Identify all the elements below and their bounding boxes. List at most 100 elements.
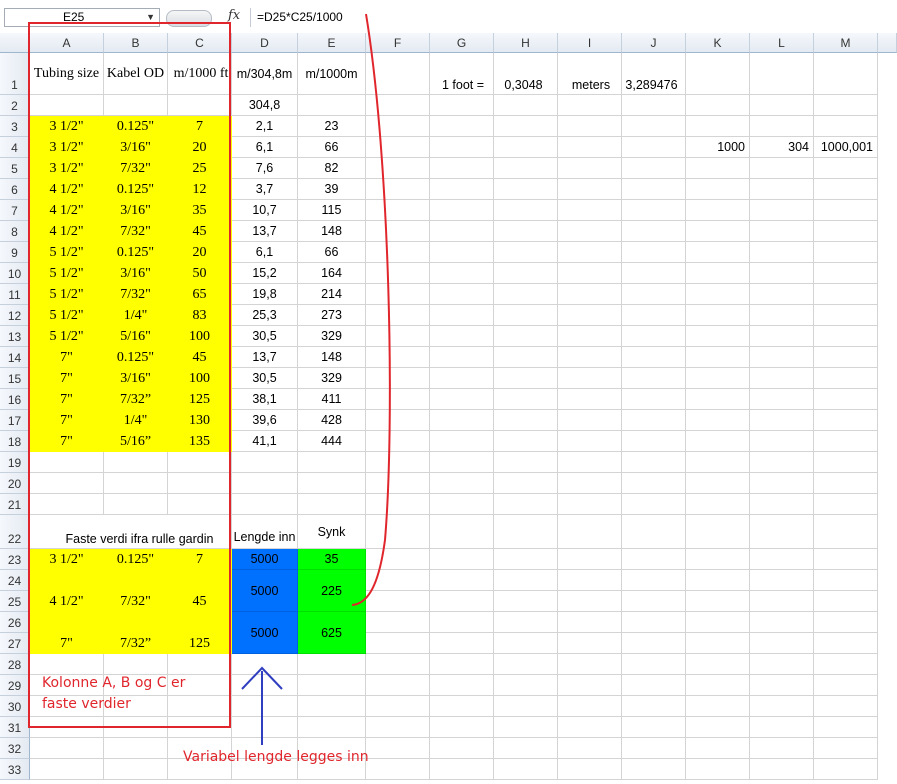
- cell-m9[interactable]: [814, 242, 878, 263]
- cell-f16[interactable]: [366, 389, 430, 410]
- cell-h14[interactable]: [494, 347, 558, 368]
- table-row-m304[interactable]: 39,6: [232, 410, 298, 431]
- row-header-18[interactable]: 18: [0, 431, 30, 452]
- cell-d21[interactable]: [232, 494, 298, 515]
- row-header-27[interactable]: 27: [0, 633, 30, 654]
- cell-j15[interactable]: [622, 368, 686, 389]
- cell-j27[interactable]: [622, 633, 686, 654]
- table-row-m1000ft[interactable]: 130: [168, 410, 232, 431]
- cell-j13[interactable]: [622, 326, 686, 347]
- cell-i25[interactable]: [558, 591, 622, 612]
- table-row-m1000ft[interactable]: 83: [168, 305, 232, 326]
- cell-f3[interactable]: [366, 116, 430, 137]
- cell-e28[interactable]: [298, 654, 366, 675]
- cell-j9[interactable]: [622, 242, 686, 263]
- table-row-m304[interactable]: 3,7: [232, 179, 298, 200]
- column-header-h[interactable]: H: [494, 33, 558, 53]
- cell-g20[interactable]: [430, 473, 494, 494]
- cell-g4[interactable]: [430, 137, 494, 158]
- row-header-28[interactable]: 28: [0, 654, 30, 675]
- lengde-input[interactable]: 5000: [232, 570, 298, 612]
- synk-output[interactable]: 225: [298, 570, 366, 612]
- cell-m6[interactable]: [814, 179, 878, 200]
- cell-m32[interactable]: [814, 738, 878, 759]
- cell-j23[interactable]: [622, 549, 686, 570]
- cell-f28[interactable]: [366, 654, 430, 675]
- cell-c21[interactable]: [168, 494, 232, 515]
- select-all-corner[interactable]: [0, 33, 30, 53]
- cell-h11[interactable]: [494, 284, 558, 305]
- cell-l24[interactable]: [750, 570, 814, 591]
- cell-f32[interactable]: [366, 738, 430, 759]
- column-header-i[interactable]: I: [558, 33, 622, 53]
- cell-l33[interactable]: [750, 759, 814, 780]
- cell-g6[interactable]: [430, 179, 494, 200]
- cell-l12[interactable]: [750, 305, 814, 326]
- cell-k11[interactable]: [686, 284, 750, 305]
- column-header-k[interactable]: K: [686, 33, 750, 53]
- cell-f23[interactable]: [366, 549, 430, 570]
- cell-h23[interactable]: [494, 549, 558, 570]
- column-header-j[interactable]: J: [622, 33, 686, 53]
- cell-e31[interactable]: [298, 717, 366, 738]
- cell-k31[interactable]: [686, 717, 750, 738]
- cell-j14[interactable]: [622, 347, 686, 368]
- table-row-m1000m[interactable]: 329: [298, 326, 366, 347]
- cell-j7[interactable]: [622, 200, 686, 221]
- row-header-6[interactable]: 6: [0, 179, 30, 200]
- cell-g5[interactable]: [430, 158, 494, 179]
- table-row-tubing[interactable]: 7": [30, 431, 104, 452]
- cell-f1[interactable]: [366, 53, 430, 95]
- cell-h28[interactable]: [494, 654, 558, 675]
- column-header-n[interactable]: [878, 33, 897, 53]
- cell-l18[interactable]: [750, 431, 814, 452]
- cell-b2[interactable]: [104, 95, 168, 116]
- conversion-value[interactable]: 3,289476: [622, 53, 686, 95]
- cell-j2[interactable]: [622, 95, 686, 116]
- cell-l16[interactable]: [750, 389, 814, 410]
- cell-l15[interactable]: [750, 368, 814, 389]
- cell-i14[interactable]: [558, 347, 622, 368]
- table-row-tubing[interactable]: 5 1/2": [30, 284, 104, 305]
- cell-j22[interactable]: [622, 515, 686, 549]
- table-row-m1000ft[interactable]: 100: [168, 368, 232, 389]
- row-header-31[interactable]: 31: [0, 717, 30, 738]
- cell-g31[interactable]: [430, 717, 494, 738]
- cell-m12[interactable]: [814, 305, 878, 326]
- cell-i2[interactable]: [558, 95, 622, 116]
- cell-g9[interactable]: [430, 242, 494, 263]
- table-row-m304[interactable]: 6,1: [232, 137, 298, 158]
- cell-m33[interactable]: [814, 759, 878, 780]
- cell-m20[interactable]: [814, 473, 878, 494]
- column-header-b[interactable]: B: [104, 33, 168, 53]
- synk-label[interactable]: Synk: [298, 515, 366, 549]
- cell-d20[interactable]: [232, 473, 298, 494]
- cell-j5[interactable]: [622, 158, 686, 179]
- cell-k1[interactable]: [686, 53, 750, 95]
- cell-m14[interactable]: [814, 347, 878, 368]
- row-header-8[interactable]: 8: [0, 221, 30, 242]
- cell-b33[interactable]: [104, 759, 168, 780]
- fixed-value-empty[interactable]: [168, 570, 232, 591]
- table-row-m304[interactable]: 13,7: [232, 347, 298, 368]
- cell-h7[interactable]: [494, 200, 558, 221]
- table-row-m1000ft[interactable]: 125: [168, 389, 232, 410]
- cell-j33[interactable]: [622, 759, 686, 780]
- lengde-inn-label[interactable]: Lengde inn: [232, 515, 298, 549]
- cell-i20[interactable]: [558, 473, 622, 494]
- cell-i13[interactable]: [558, 326, 622, 347]
- header-tubing-size[interactable]: Tubing size: [30, 53, 104, 95]
- table-row-m1000ft[interactable]: 50: [168, 263, 232, 284]
- cell-k19[interactable]: [686, 452, 750, 473]
- table-row-m1000ft[interactable]: 12: [168, 179, 232, 200]
- cell-d31[interactable]: [232, 717, 298, 738]
- cell-f29[interactable]: [366, 675, 430, 696]
- table-row-m1000m[interactable]: 214: [298, 284, 366, 305]
- table-row-tubing[interactable]: 5 1/2": [30, 305, 104, 326]
- cell-j19[interactable]: [622, 452, 686, 473]
- table-row-tubing[interactable]: 5 1/2": [30, 242, 104, 263]
- cell-h12[interactable]: [494, 305, 558, 326]
- table-row-m1000m[interactable]: 329: [298, 368, 366, 389]
- cell-b28[interactable]: [104, 654, 168, 675]
- row-header-15[interactable]: 15: [0, 368, 30, 389]
